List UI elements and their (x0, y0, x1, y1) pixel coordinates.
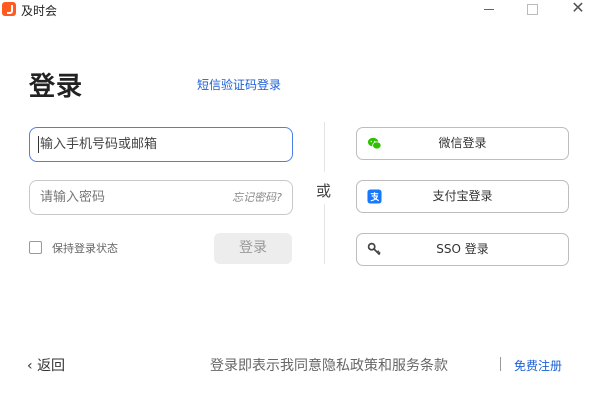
chevron-left-icon: ‹ (27, 358, 38, 374)
login-button[interactable]: 登录 (214, 233, 292, 264)
divider-line-top (324, 122, 325, 172)
back-link[interactable]: ‹ 返回 (27, 355, 65, 375)
wechat-login-button[interactable]: 微信登录 (356, 127, 569, 160)
forgot-password-link[interactable]: 忘记密码? (232, 181, 282, 214)
sms-login-link[interactable]: 短信验证码登录 (197, 76, 281, 93)
close-icon[interactable]: ✕ (563, 0, 593, 20)
terms-text[interactable]: 登录即表示我同意隐私政策和服务条款 (210, 355, 448, 375)
alipay-login-label: 支付宝登录 (432, 189, 493, 203)
phone-email-input[interactable]: 输入手机号码或邮箱 (29, 127, 293, 162)
page-title: 登录 (29, 72, 84, 102)
free-register-link[interactable]: 免费注册 (514, 357, 562, 374)
maximize-icon[interactable] (517, 0, 547, 20)
keep-logged-in-checkbox[interactable] (29, 241, 42, 254)
keep-logged-in-label[interactable]: 保持登录状态 (52, 240, 118, 256)
wechat-login-label: 微信登录 (438, 136, 487, 150)
or-divider-text: 或 (316, 182, 332, 200)
back-label: 返回 (37, 358, 66, 374)
divider-line-bottom (324, 204, 325, 264)
phone-email-placeholder: 输入手机号码或邮箱 (40, 137, 158, 152)
footer-separator (500, 357, 501, 371)
password-input[interactable]: 请输入密码 忘记密码? (29, 180, 293, 215)
window-title: 及时会 (21, 4, 58, 18)
sso-login-button[interactable]: SSO 登录 (356, 233, 569, 266)
minimize-icon[interactable] (474, 0, 504, 20)
title-bar: 及时会 ✕ (0, 0, 600, 22)
password-placeholder: 请输入密码 (40, 190, 106, 205)
app-logo-icon (2, 2, 16, 16)
sso-login-label: SSO 登录 (436, 242, 489, 256)
alipay-login-button[interactable]: 支付宝登录 (356, 180, 569, 213)
